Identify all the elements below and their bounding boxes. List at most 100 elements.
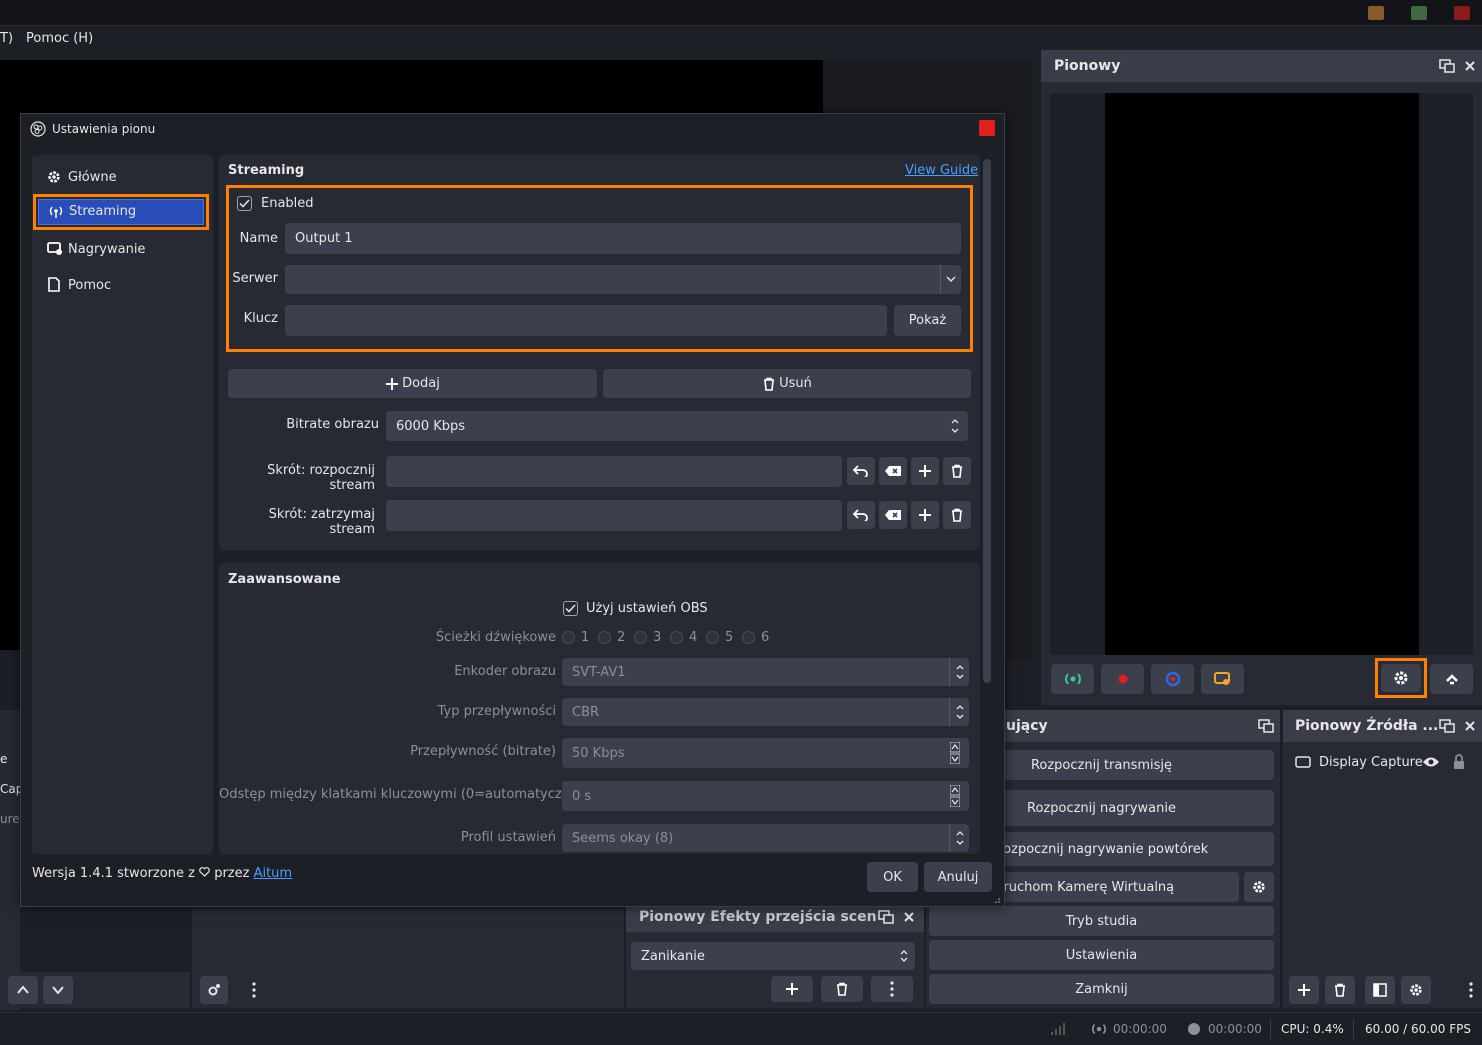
undock-icon[interactable] <box>1439 59 1455 73</box>
hotkey-stop-remove-button[interactable] <box>943 501 971 529</box>
menu-item-help[interactable]: Pomoc (H) <box>26 31 93 46</box>
audio-track-radio[interactable] <box>670 631 683 644</box>
source-filters-button[interactable] <box>1365 976 1395 1004</box>
remove-source-button[interactable] <box>1325 976 1355 1004</box>
author-link[interactable]: Aitum <box>254 866 293 881</box>
plus-icon <box>919 465 931 477</box>
scrollbar-thumb[interactable] <box>983 159 991 683</box>
mixer-menu-button[interactable] <box>240 976 268 1004</box>
stream-timer: 00:00:00 <box>1113 1022 1167 1036</box>
bitrate-spinbox[interactable]: 6000 Kbps <box>386 411 968 441</box>
spin-arrows-icon[interactable] <box>950 416 960 436</box>
scene-move-down-button[interactable] <box>43 976 73 1004</box>
preset-select[interactable]: Seems okay (8) <box>562 824 969 852</box>
undock-icon[interactable] <box>1258 719 1274 733</box>
by-text: przez <box>214 866 250 881</box>
vertical-switch-button[interactable] <box>1430 664 1473 694</box>
controls-panel-title: ujący <box>1006 718 1048 734</box>
audio-track-radio[interactable] <box>634 631 647 644</box>
add-source-button[interactable] <box>1289 976 1319 1004</box>
nav-item-streaming[interactable]: Streaming <box>38 199 204 225</box>
scene-item[interactable]: ure <box>0 812 20 826</box>
scene-item[interactable]: e <box>0 752 7 766</box>
rate-control-select[interactable]: CBR <box>562 698 969 726</box>
remove-transition-button[interactable] <box>821 976 863 1002</box>
mixer-panel <box>192 910 624 1008</box>
resize-grip-icon[interactable] <box>991 894 1001 904</box>
remove-output-button[interactable]: Usuń <box>603 369 971 398</box>
close-icon[interactable] <box>903 911 915 923</box>
hotkey-stop-revert-button[interactable] <box>847 501 875 529</box>
hotkey-start-input[interactable] <box>386 456 842 487</box>
heart-icon <box>199 867 210 877</box>
close-icon[interactable] <box>1464 720 1476 732</box>
vertical-stream-button[interactable] <box>1051 664 1094 694</box>
settings-button[interactable]: Ustawienia <box>929 940 1274 970</box>
undock-icon[interactable] <box>1439 719 1455 733</box>
window-close-icon[interactable] <box>1454 6 1470 20</box>
spin-arrows-icon[interactable] <box>950 785 960 807</box>
backspace-icon <box>885 466 901 476</box>
fps-counter: 60.00 / 60.00 FPS <box>1365 1022 1471 1036</box>
nav-item-general[interactable]: Główne <box>35 163 207 191</box>
vertical-replay-button[interactable] <box>1151 664 1194 694</box>
chevron-up-icon <box>17 985 29 994</box>
scenes-fragment: e Capt ure <box>0 710 28 1010</box>
adv-bitrate-spinbox[interactable]: 50 Kbps <box>562 738 969 768</box>
hotkey-start-revert-button[interactable] <box>847 457 875 485</box>
scene-move-up-button[interactable] <box>8 976 38 1004</box>
window-maximize-icon[interactable] <box>1411 6 1427 20</box>
ok-button[interactable]: OK <box>867 862 918 892</box>
transition-menu-button[interactable] <box>871 976 913 1002</box>
nav-item-help[interactable]: Pomoc <box>35 271 207 299</box>
close-icon[interactable] <box>1464 60 1476 72</box>
hotkey-stop-clear-button[interactable] <box>879 501 907 529</box>
show-key-button[interactable]: Pokaż <box>894 305 961 336</box>
keyframe-spinbox[interactable]: 0 s <box>562 781 969 811</box>
plus-icon <box>1298 984 1310 996</box>
exit-button[interactable]: Zamknij <box>929 974 1274 1004</box>
hotkey-start-remove-button[interactable] <box>943 457 971 485</box>
view-guide-link[interactable]: View Guide <box>905 163 978 178</box>
eye-icon[interactable] <box>1422 755 1440 769</box>
spin-arrows-icon[interactable] <box>950 742 960 764</box>
virtualcam-settings-button[interactable] <box>1244 872 1274 902</box>
nav-item-recording[interactable]: Nagrywanie <box>35 235 207 263</box>
hotkey-start-clear-button[interactable] <box>879 457 907 485</box>
lock-icon[interactable] <box>1453 754 1465 770</box>
dialog-close-button[interactable] <box>979 120 995 136</box>
undock-icon[interactable] <box>878 910 894 924</box>
add-output-button[interactable]: Dodaj <box>228 369 597 398</box>
name-input[interactable]: Output 1 <box>285 223 961 254</box>
key-input[interactable] <box>285 305 887 336</box>
vertical-settings-button[interactable] <box>1381 664 1421 692</box>
spin-arrows-icon <box>956 831 964 845</box>
audio-track-radio[interactable] <box>706 631 719 644</box>
vertical-virtualcam-button[interactable] <box>1201 664 1244 694</box>
source-item[interactable]: Display Capture <box>1283 750 1482 776</box>
enabled-checkbox[interactable] <box>237 196 252 211</box>
mixer-settings-button[interactable] <box>200 976 228 1004</box>
studio-mode-button[interactable]: Tryb studia <box>929 906 1274 936</box>
use-obs-settings-checkbox[interactable] <box>563 601 578 616</box>
settings-scrollbar[interactable] <box>983 155 991 854</box>
source-menu-button[interactable] <box>1463 976 1479 1004</box>
vertical-panel: Pionowy <box>1041 50 1482 705</box>
hotkey-start-add-button[interactable] <box>911 457 939 485</box>
audio-track-radio[interactable] <box>598 631 611 644</box>
backspace-icon <box>885 510 901 520</box>
window-minimize-icon[interactable] <box>1368 6 1384 20</box>
source-properties-button[interactable] <box>1401 976 1431 1004</box>
hotkey-stop-add-button[interactable] <box>911 501 939 529</box>
audio-track-radio[interactable] <box>562 631 575 644</box>
server-select[interactable] <box>285 265 961 294</box>
enabled-label: Enabled <box>261 196 314 211</box>
transition-select[interactable]: Zanikanie <box>631 942 915 970</box>
menu-item-tools[interactable]: T) <box>0 31 13 46</box>
cancel-button[interactable]: Anuluj <box>924 862 992 892</box>
encoder-select[interactable]: SVT-AV1 <box>562 658 969 686</box>
audio-track-radio[interactable] <box>742 631 755 644</box>
add-transition-button[interactable] <box>771 976 813 1002</box>
vertical-record-button[interactable] <box>1101 664 1144 694</box>
hotkey-stop-input[interactable] <box>386 500 842 531</box>
